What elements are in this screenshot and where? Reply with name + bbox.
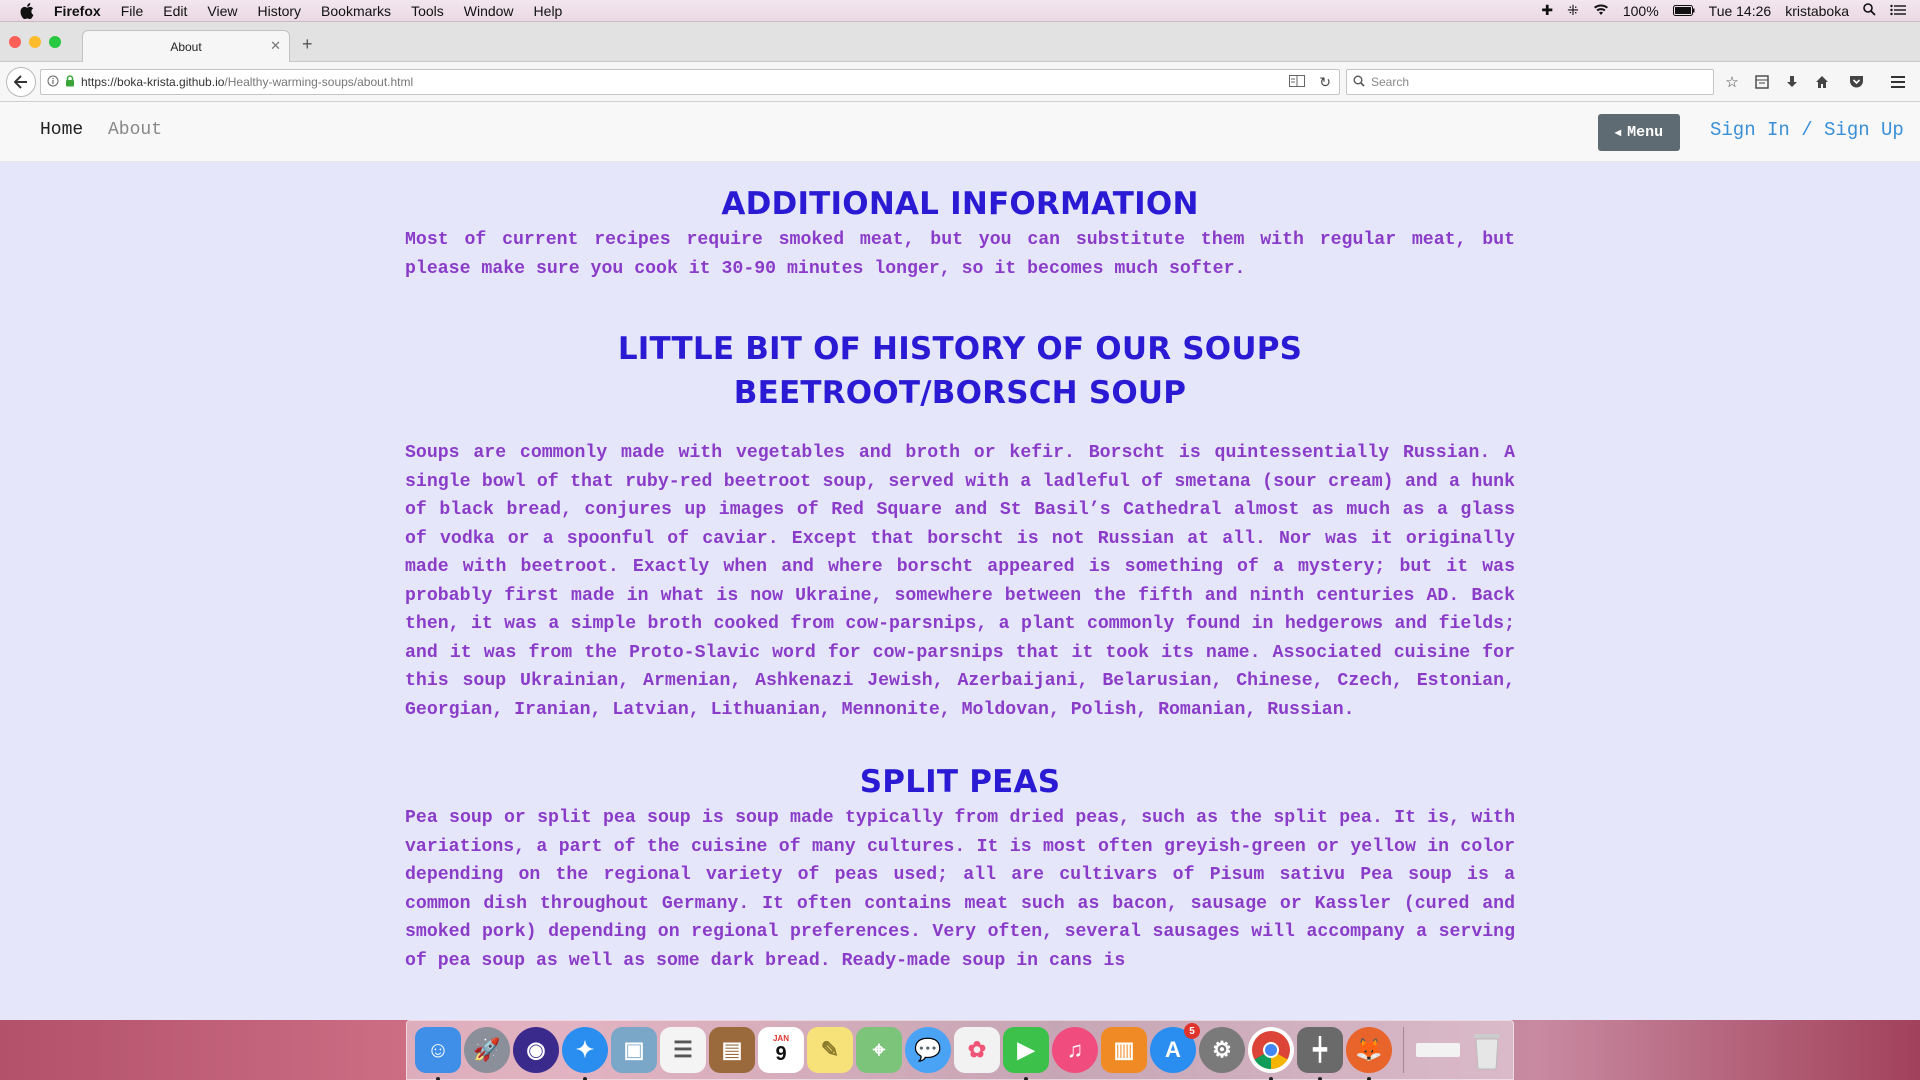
system-preferences-icon[interactable]: ⚙ [1199,1027,1245,1073]
menu-window[interactable]: Window [454,3,524,19]
menu-tools[interactable]: Tools [401,3,454,19]
tab-title: About [170,39,202,54]
itunes-icon[interactable]: ♫ [1052,1027,1098,1073]
tab-about[interactable]: About ✕ [82,30,290,62]
nav-home-link[interactable]: Home [40,120,83,140]
close-window-button[interactable] [9,36,21,48]
notes-icon[interactable]: ✎ [807,1027,853,1073]
notification-center-icon[interactable] [1890,3,1906,19]
nav-about-link[interactable]: About [108,120,162,140]
search-icon [1353,75,1365,90]
calendar-icon[interactable]: JAN 9 [758,1027,804,1073]
bookmark-star-icon[interactable]: ☆ [1722,72,1742,92]
calendar-day: 9 [775,1043,787,1065]
hamburger-menu-icon[interactable] [1888,72,1908,92]
tab-close-icon[interactable]: ✕ [270,38,281,54]
spotlight-icon[interactable] [1863,2,1876,19]
additional-info-heading: ADDITIONAL INFORMATION [721,186,1199,222]
menu-bookmarks[interactable]: Bookmarks [311,3,401,19]
sync-status-icon[interactable]: ⁜ [1567,2,1579,19]
downloads-icon[interactable] [1782,72,1802,92]
apple-menu-icon[interactable] [0,2,54,19]
menu-history[interactable]: History [247,3,311,19]
url-text[interactable]: https://boka-krista.github.io/Healthy-wa… [81,75,413,89]
split-peas-heading: SPLIT PEAS [859,764,1061,800]
new-tab-button[interactable]: + [302,34,313,55]
safari-icon[interactable]: ✦ [562,1027,608,1080]
siri-icon[interactable]: ◉ [513,1027,559,1073]
home-icon[interactable] [1812,72,1832,92]
firefox-icon[interactable]: 🦊 [1346,1027,1392,1080]
user-name[interactable]: kristaboka [1785,3,1849,19]
plus-status-icon[interactable]: ✚ [1541,2,1553,19]
additional-info-text: Most of current recipes require smoked m… [405,230,1515,279]
main-content: ADDITIONAL INFORMATION Most of current r… [405,174,1515,975]
clock[interactable]: Tue 14:26 [1709,3,1772,19]
menu-help[interactable]: Help [524,3,573,19]
photos-icon[interactable]: ✿ [954,1027,1000,1073]
downloads-stack-icon[interactable] [1415,1027,1461,1073]
messages-icon[interactable]: 💬 [905,1027,951,1073]
app-store-badge: 5 [1184,1023,1200,1039]
history-heading: LITTLE BIT OF HISTORY OF OUR SOUPS [617,331,1303,367]
url-host: https://boka-krista.github.io [81,75,225,89]
back-button[interactable] [6,67,36,97]
macos-menubar: Firefox File Edit View History Bookmarks… [0,0,1920,22]
minimize-window-button[interactable] [29,36,41,48]
split-peas-text: Pea soup or split pea soup is soup made … [405,808,1515,971]
wifi-icon[interactable] [1593,3,1609,19]
back-arrow-icon [14,75,27,89]
url-path: /Healthy-warming-soups/about.html [224,75,414,89]
web-page: Home About ◀ Menu Sign In / Sign Up ADDI… [0,102,1920,1020]
menu-button-label: Menu [1627,124,1664,141]
zoom-window-button[interactable] [49,36,61,48]
utility-app-icon[interactable]: ┿ [1297,1027,1343,1080]
maps-icon[interactable]: ⌖ [856,1027,902,1073]
bookmarks-library-icon[interactable] [1752,72,1772,92]
borsch-history-text: Soups are commonly made with vegetables … [405,443,1515,720]
menu-app-name[interactable]: Firefox [54,3,111,19]
trash-icon[interactable] [1464,1027,1510,1073]
info-icon[interactable] [47,75,59,90]
search-bar[interactable]: Search [1346,69,1714,95]
facetime-icon[interactable]: ▶ [1003,1027,1049,1080]
lock-icon[interactable] [65,74,75,90]
url-bar[interactable]: https://boka-krista.github.io/Healthy-wa… [40,69,1340,95]
menu-file[interactable]: File [111,3,154,19]
calendar-month: JAN [772,1034,789,1043]
dock-separator [1403,1027,1404,1073]
dock: ☺ 🚀 ◉ ✦ ▣ ☰ ▤ JAN 9 ✎ ⌖ 💬 ✿ ▶ ♫ ▥ A5 ⚙ ┿… [406,1020,1514,1080]
site-navbar: Home About ◀ Menu Sign In / Sign Up [0,102,1920,162]
chrome-icon[interactable] [1248,1027,1294,1080]
app-store-icon[interactable]: A5 [1150,1023,1200,1073]
sign-in-sign-up-link[interactable]: Sign In / Sign Up [1710,119,1904,141]
reader-view-icon[interactable] [1289,74,1306,90]
caret-left-icon: ◀ [1614,128,1622,138]
preview-icon[interactable]: ▣ [611,1027,657,1073]
ibooks-icon[interactable]: ▥ [1101,1027,1147,1073]
launchpad-icon[interactable]: 🚀 [464,1027,510,1073]
finder-icon[interactable]: ☺ [415,1027,461,1080]
pocket-icon[interactable] [1846,72,1866,92]
reload-icon[interactable]: ↻ [1319,74,1331,91]
reminders-icon[interactable]: ☰ [660,1027,706,1073]
menu-view[interactable]: View [197,3,247,19]
menu-edit[interactable]: Edit [153,3,197,19]
borsch-subheading: BEETROOT/BORSCH SOUP [733,375,1187,411]
battery-percent: 100% [1622,2,1659,19]
menu-button[interactable]: ◀ Menu [1598,114,1680,151]
battery-icon[interactable] [1672,3,1695,19]
search-placeholder: Search [1371,75,1410,89]
contacts-icon[interactable]: ▤ [709,1027,755,1073]
tab-strip: About ✕ + [0,22,1920,62]
navigation-toolbar: https://boka-krista.github.io/Healthy-wa… [0,62,1920,102]
